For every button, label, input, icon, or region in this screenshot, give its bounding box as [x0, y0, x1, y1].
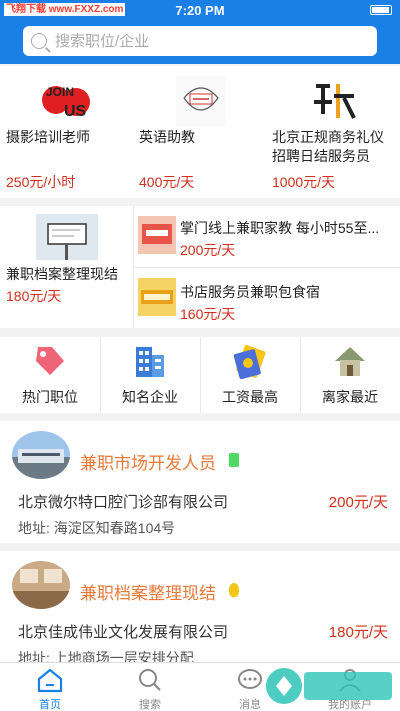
tab-label: 首页 — [39, 699, 61, 711]
job-pay: 180元/天 — [328, 624, 388, 641]
job-title: 英语助教 — [139, 129, 195, 145]
divider — [134, 267, 400, 268]
message-icon — [238, 669, 262, 689]
list-item[interactable]: 兼职市场开发人员 北京微尔特口腔门诊部有限公司 200元/天 地址: 海淀区知春… — [0, 421, 400, 543]
flame-icon — [229, 583, 239, 597]
job-price: 400元/天 — [139, 174, 195, 190]
tab-search[interactable]: 搜索 — [100, 663, 200, 711]
job-price: 1000元/天 — [272, 174, 336, 190]
job-title: 书店服务员兼职包食宿 — [180, 284, 320, 300]
company-name: 北京佳成伟业文化发展有限公司 — [18, 624, 229, 641]
job-price: 200元/天 — [180, 242, 236, 258]
job-title: 掌门线上兼职家教 每小时55至... — [180, 220, 380, 236]
join-us-logo: JOIN US — [42, 76, 92, 126]
list-item[interactable]: 兼职档案整理现结 北京佳成伟业文化发展有限公司 180元/天 地址: 上地商场一… — [0, 551, 400, 673]
svg-text:JOIN: JOIN — [46, 85, 74, 99]
category-label: 热门职位 — [22, 389, 78, 405]
tag-icon — [229, 453, 239, 467]
company-name: 北京微尔特口腔门诊部有限公司 — [18, 494, 229, 511]
top-job-card[interactable]: 英语助教 400元/天 — [133, 66, 266, 198]
recruit-sketch-image — [176, 76, 226, 126]
house-icon — [335, 347, 365, 376]
job-title: 兼职档案整理现结 — [6, 266, 118, 282]
job-price: 160元/天 — [180, 306, 236, 322]
que-character-logo — [310, 76, 360, 126]
promo-banner-image — [138, 216, 176, 254]
job-address: 地址: 海淀区知春路104号 — [18, 520, 176, 536]
svg-text:US: US — [64, 103, 87, 120]
hiring-banner-image — [138, 278, 176, 316]
status-bar: 飞翔下载 www.FXXZ.com 7:20 PM — [0, 0, 400, 20]
company-photo — [12, 431, 70, 479]
billboard-photo — [36, 214, 98, 260]
tab-home[interactable]: 首页 — [0, 663, 100, 711]
money-icon — [233, 344, 266, 379]
category-nearby[interactable]: 离家最近 — [300, 337, 400, 413]
header — [0, 20, 400, 64]
category-hot-jobs[interactable]: 热门职位 — [0, 337, 100, 413]
category-row: 热门职位 知名企业 工资最高 离家最近 — [0, 337, 400, 413]
category-label: 工资最高 — [222, 389, 278, 405]
job-pay: 200元/天 — [328, 494, 388, 511]
category-label: 离家最近 — [322, 389, 378, 405]
category-label: 知名企业 — [122, 389, 178, 405]
search-icon — [31, 33, 47, 49]
job-price: 180元/天 — [6, 288, 62, 304]
featured-section: 兼职档案整理现结 180元/天 掌门线上兼职家教 每小时55至... 200元/… — [0, 206, 400, 328]
job-title: 兼职市场开发人员 — [80, 454, 216, 473]
tab-label: 搜索 — [139, 699, 161, 711]
status-time: 7:20 PM — [175, 3, 225, 18]
top-job-card[interactable]: 北京正规商务礼仪招聘日结服务员 1000元/天 — [266, 66, 400, 198]
job-title: 北京正规商务礼仪招聘日结服务员 — [272, 129, 384, 164]
watermark-logo — [266, 668, 392, 704]
battery-icon — [370, 5, 392, 15]
home-icon — [37, 668, 63, 693]
search-icon — [139, 669, 161, 691]
top-jobs-row: JOIN US 摄影培训老师 250元/小时 英语助教 400元/天 北京正规商… — [0, 66, 400, 198]
search-bar[interactable] — [23, 26, 377, 56]
tag-icon — [36, 347, 64, 375]
building-icon — [136, 347, 164, 377]
top-job-card[interactable]: JOIN US 摄影培训老师 250元/小时 — [0, 66, 133, 198]
job-price: 250元/小时 — [6, 174, 76, 190]
company-photo — [12, 561, 70, 609]
category-companies[interactable]: 知名企业 — [100, 337, 200, 413]
job-title: 摄影培训老师 — [6, 129, 90, 145]
job-title: 兼职档案整理现结 — [80, 584, 216, 603]
search-input[interactable] — [55, 32, 355, 50]
category-highest-pay[interactable]: 工资最高 — [200, 337, 300, 413]
